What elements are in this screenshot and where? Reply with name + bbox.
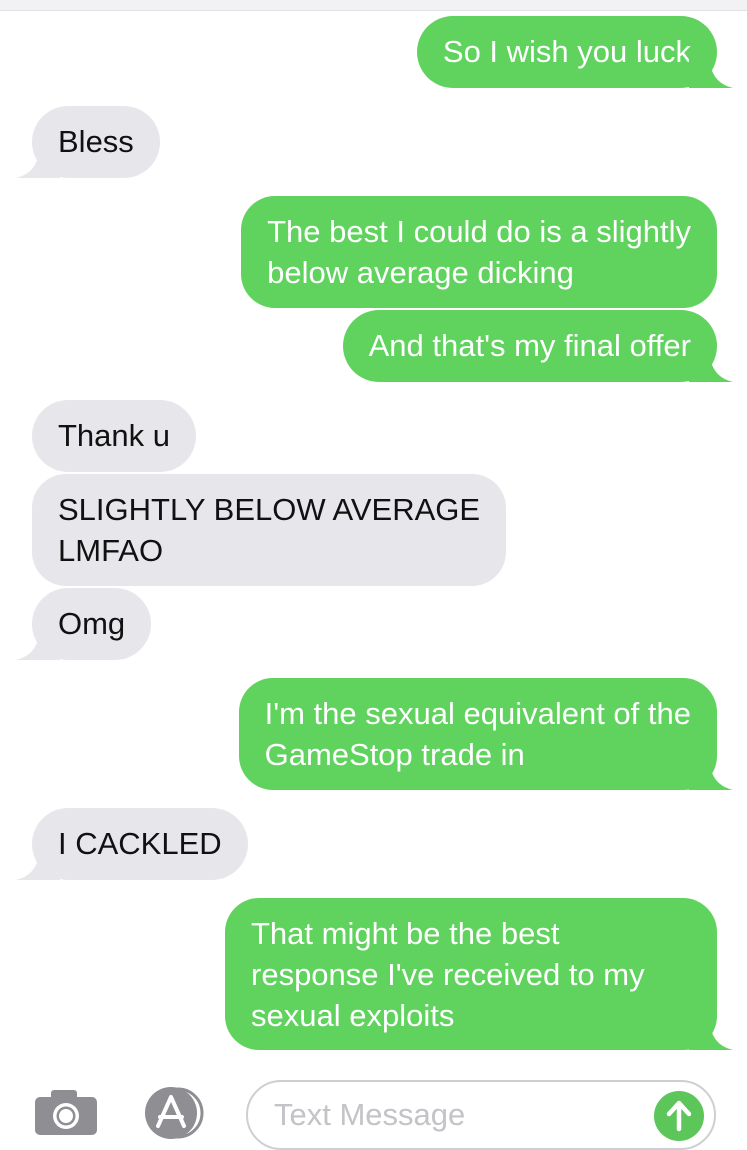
bubble-tail xyxy=(16,148,60,178)
message-text-line: I'm the sexual equivalent of the xyxy=(264,696,691,731)
message-bubble-received[interactable]: SLIGHTLY BELOW AVERAGE LMFAO xyxy=(32,474,507,586)
message-bubble-sent[interactable]: And that's my final offer xyxy=(342,310,733,382)
bubble-tail xyxy=(689,352,733,382)
message-text: Omg xyxy=(58,606,126,641)
send-button[interactable] xyxy=(654,1091,704,1141)
message-text-line: sexual exploits xyxy=(251,998,455,1033)
message-text-line: response I've received to my xyxy=(251,957,645,992)
message-text: And that's my final offer xyxy=(368,328,691,363)
message-text-line: SLIGHTLY BELOW AVERAGE xyxy=(58,492,481,527)
message-text: Thank u xyxy=(58,418,171,453)
input-placeholder: Text Message xyxy=(274,1097,466,1132)
bubble-tail xyxy=(689,1020,733,1050)
message-bubble-received[interactable]: Bless xyxy=(16,106,160,178)
message-bubble-sent[interactable]: I'm the sexual equivalent of the GameSto… xyxy=(238,678,733,790)
message-text: I CACKLED xyxy=(58,826,222,861)
message-bubble-received[interactable]: Omg xyxy=(16,588,152,660)
message-text-line: The best I could do is a slightly xyxy=(267,214,691,249)
message-bubble-sent[interactable]: So I wish you luck xyxy=(416,16,733,88)
message-bubble-sent[interactable]: That might be the best response I've rec… xyxy=(225,898,733,1050)
bubble-tail xyxy=(16,630,60,660)
text-message-input[interactable]: Text Message xyxy=(246,1080,716,1150)
bubble-tail xyxy=(16,850,60,880)
message-text: Bless xyxy=(58,124,134,159)
message-text-line: That might be the best xyxy=(251,916,560,951)
message-bubble-received[interactable]: Thank u xyxy=(32,400,197,472)
send-arrow-icon xyxy=(666,1100,692,1132)
camera-icon[interactable] xyxy=(33,1087,99,1137)
bubble-tail xyxy=(689,58,733,88)
bubble-tail xyxy=(689,760,733,790)
app-store-icon[interactable] xyxy=(140,1086,212,1140)
message-text-line: LMFAO xyxy=(58,533,164,568)
status-strip xyxy=(0,0,747,11)
message-bubble-sent[interactable]: The best I could do is a slightly below … xyxy=(241,196,717,308)
message-text-line: GameStop trade in xyxy=(264,737,525,772)
message-text-line: below average dicking xyxy=(267,255,574,290)
message-text: So I wish you luck xyxy=(442,34,691,69)
message-composer: Text Message xyxy=(0,1060,747,1150)
message-bubble-received[interactable]: I CACKLED xyxy=(16,808,248,880)
